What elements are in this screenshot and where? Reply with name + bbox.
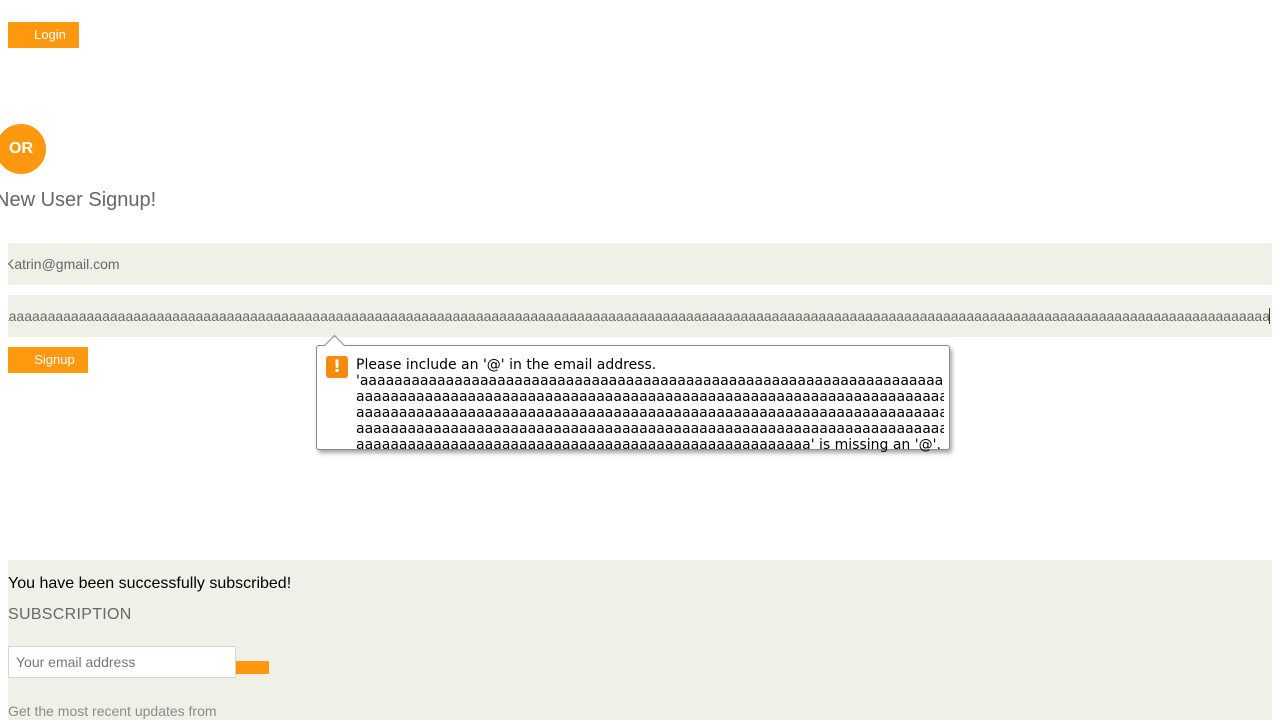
page: Login OR New User Signup! Katrin@gmail.c…: [0, 0, 1280, 720]
text-caret: [1269, 308, 1270, 324]
subscription-success-message: You have been successfully subscribed!: [8, 575, 292, 592]
email-validation-tooltip: ! Please include an '@' in the email add…: [316, 334, 950, 453]
or-divider-badge: OR: [0, 124, 46, 174]
tooltip-arrow: [323, 334, 346, 357]
subscription-email-input[interactable]: [8, 646, 236, 678]
subscribe-button[interactable]: [236, 661, 269, 674]
warning-icon: !: [326, 356, 348, 378]
signup-form-title: New User Signup!: [0, 189, 157, 211]
signup-email-value: aaaaaaaaaaaaaaaaaaaaaaaaaaaaaaaaaaaaaaaa…: [8, 308, 1270, 324]
signup-name-value: Katrin@gmail.com: [8, 256, 120, 272]
subscription-title: SUBSCRIPTION: [8, 606, 132, 623]
signup-button[interactable]: Signup: [8, 347, 88, 373]
subscription-description: Get the most recent updates from: [8, 703, 217, 719]
footer-subscription-section: You have been successfully subscribed! S…: [8, 560, 1272, 720]
signup-email-input[interactable]: aaaaaaaaaaaaaaaaaaaaaaaaaaaaaaaaaaaaaaaa…: [8, 295, 1272, 337]
signup-name-input[interactable]: Katrin@gmail.com: [8, 243, 1272, 285]
login-button[interactable]: Login: [8, 22, 79, 48]
validation-message: Please include an '@' in the email addre…: [356, 357, 944, 453]
